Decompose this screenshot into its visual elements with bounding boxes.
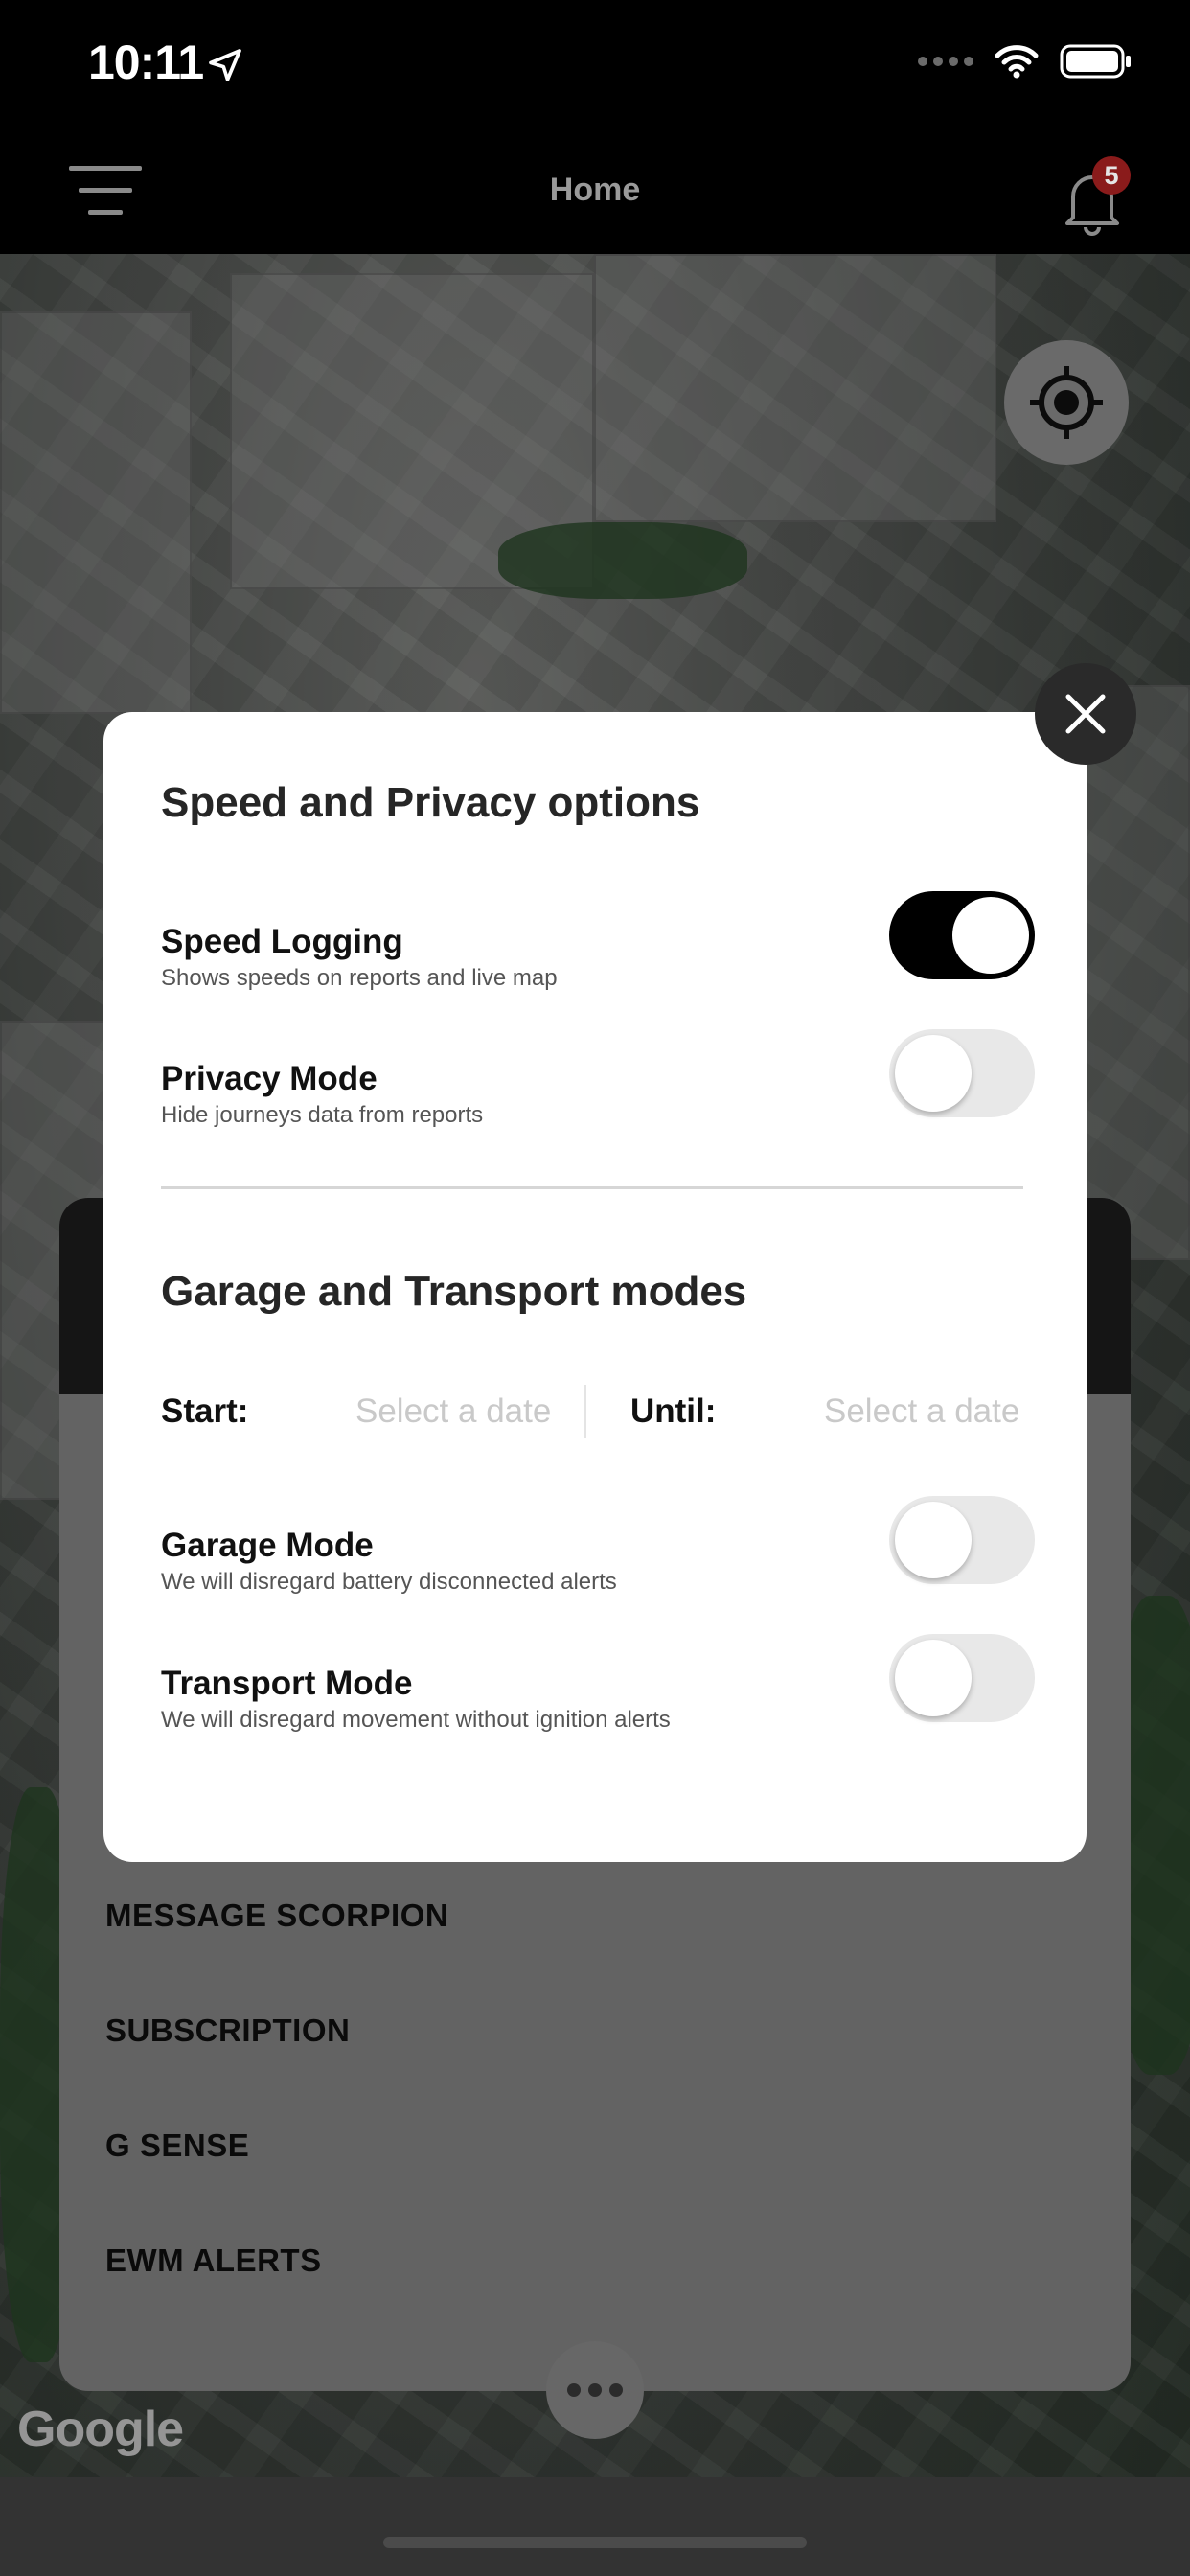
status-indicators: [918, 42, 1133, 80]
wifi-icon: [995, 45, 1039, 79]
speed-logging-toggle[interactable]: [889, 891, 1035, 979]
transport-mode-label: Transport Mode: [161, 1665, 413, 1702]
until-date-label: Until:: [630, 1392, 717, 1430]
speed-logging-label: Speed Logging: [161, 923, 403, 960]
speed-privacy-modal: Speed and Privacy options Speed Logging …: [103, 712, 1087, 1862]
page-title: Home: [549, 172, 641, 208]
location-arrow-icon: [209, 49, 241, 81]
cellular-signal-icon: [918, 57, 973, 66]
start-date-field[interactable]: Select a date: [355, 1392, 551, 1431]
section-divider: [161, 1186, 1023, 1189]
notifications-button[interactable]: 5: [1054, 156, 1131, 236]
transport-mode-description: We will disregard movement without ignit…: [161, 1707, 671, 1733]
date-separator: [584, 1385, 586, 1438]
home-indicator-area: [0, 2477, 1190, 2576]
garage-mode-label: Garage Mode: [161, 1527, 374, 1564]
garage-mode-description: We will disregard battery disconnected a…: [161, 1569, 617, 1595]
nav-bar: Home 5: [0, 129, 1190, 254]
notification-badge: 5: [1092, 156, 1131, 195]
until-date-field[interactable]: Select a date: [824, 1392, 1019, 1431]
battery-icon: [1060, 44, 1131, 79]
garage-section-title: Garage and Transport modes: [161, 1268, 747, 1315]
privacy-mode-description: Hide journeys data from reports: [161, 1102, 484, 1128]
start-date-label: Start:: [161, 1392, 249, 1430]
status-bar: 10:11: [0, 0, 1190, 129]
home-indicator[interactable]: [383, 2537, 807, 2548]
garage-mode-toggle[interactable]: [889, 1496, 1035, 1584]
privacy-mode-label: Privacy Mode: [161, 1060, 378, 1097]
privacy-section-title: Speed and Privacy options: [161, 779, 700, 826]
status-time: 10:11: [88, 35, 204, 89]
speed-logging-description: Shows speeds on reports and live map: [161, 965, 558, 991]
privacy-mode-toggle[interactable]: [889, 1029, 1035, 1117]
close-icon: [1065, 694, 1106, 734]
close-modal-button[interactable]: [1035, 663, 1136, 765]
transport-mode-toggle[interactable]: [889, 1634, 1035, 1722]
